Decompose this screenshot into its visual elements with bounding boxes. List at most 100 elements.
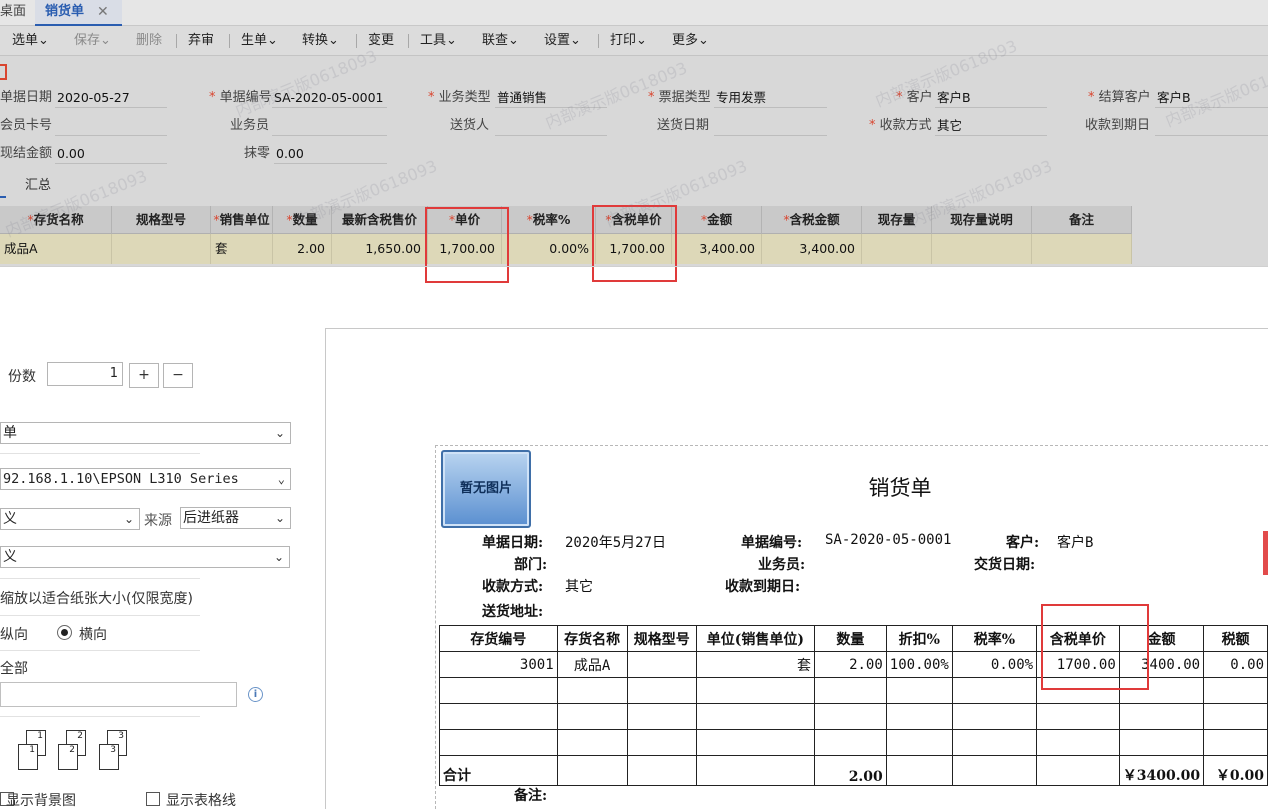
settings-button[interactable]: 设置⌄ bbox=[544, 26, 581, 56]
tab-sales-order[interactable]: 销货单 ✕ bbox=[35, 0, 122, 26]
cell-name[interactable]: 成品A bbox=[0, 234, 112, 264]
settle-customer-field[interactable]: 客户B bbox=[1155, 88, 1268, 108]
cell-spec[interactable] bbox=[112, 234, 211, 264]
paper-type-select[interactable]: 义 ⌄ bbox=[0, 546, 290, 568]
save-button[interactable]: 保存⌄ bbox=[74, 26, 111, 56]
salesman-label: 业务员 bbox=[230, 118, 270, 133]
cell-qty[interactable]: 2.00 bbox=[273, 234, 332, 264]
show-gridlines-checkbox[interactable] bbox=[146, 792, 160, 806]
cell-amount[interactable]: 3,400.00 bbox=[672, 234, 762, 264]
col-header[interactable]: *金额 bbox=[672, 206, 762, 234]
tab-home[interactable]: 桌面 bbox=[0, 0, 30, 26]
customer-label: * 客户 bbox=[896, 90, 933, 105]
printer-select[interactable]: 92.168.1.10\EPSON L310 Series ⌄ bbox=[0, 468, 291, 490]
invoice-type-label: * 票据类型 bbox=[648, 90, 711, 105]
delivery-date-label: 送货日期 bbox=[657, 118, 710, 133]
preview-col-header: 规格型号 bbox=[626, 625, 697, 652]
collate-page-icon: 1 bbox=[18, 744, 38, 770]
collate-page-icon: 3 bbox=[99, 744, 119, 770]
generate-button[interactable]: 生单⌄ bbox=[241, 26, 278, 56]
rounding-label: 抹零 bbox=[244, 146, 271, 161]
cell-tax-amount[interactable]: 3,400.00 bbox=[762, 234, 862, 264]
cell-stock[interactable] bbox=[862, 234, 932, 264]
divider bbox=[0, 650, 200, 651]
number-field[interactable]: SA-2020-05-0001 bbox=[272, 88, 387, 108]
col-header[interactable]: *销售单位 bbox=[211, 206, 273, 234]
paper-size-select[interactable]: 义 ⌄ bbox=[0, 508, 140, 530]
info-icon[interactable]: i bbox=[248, 687, 263, 702]
print-button[interactable]: 打印⌄ bbox=[610, 26, 647, 56]
range-all-label[interactable]: 全部 bbox=[0, 658, 28, 678]
abandon-audit-button[interactable]: 弃审 bbox=[188, 26, 214, 56]
show-gridlines-label[interactable]: 显示表格线 bbox=[166, 790, 236, 809]
cell-memo[interactable] bbox=[1032, 234, 1132, 264]
col-header[interactable]: 备注 bbox=[1032, 206, 1132, 234]
cell-tax-rate[interactable]: 0.00% bbox=[502, 234, 596, 264]
col-header[interactable]: *存货名称 bbox=[0, 206, 112, 234]
salesman-field[interactable] bbox=[272, 116, 387, 136]
preview-cell-discount: 100.00% bbox=[885, 651, 953, 678]
close-icon[interactable]: ✕ bbox=[97, 0, 109, 24]
date-field[interactable]: 2020-05-27 bbox=[55, 88, 167, 108]
chevron-down-icon: ⌄ bbox=[274, 511, 285, 525]
col-header[interactable]: 最新含税售价 bbox=[332, 206, 428, 234]
chevron-down-icon: ⌄ bbox=[267, 33, 278, 48]
delete-button[interactable]: 删除 bbox=[136, 26, 162, 56]
col-header[interactable]: *税率% bbox=[502, 206, 596, 234]
landscape-radio[interactable] bbox=[57, 625, 72, 640]
show-background-label[interactable]: 显示背景图 bbox=[6, 790, 76, 809]
tab-indicator bbox=[0, 196, 6, 198]
col-header[interactable]: 现存量 bbox=[862, 206, 932, 234]
portrait-label[interactable]: 纵向 bbox=[0, 624, 28, 644]
due-date-field[interactable] bbox=[1155, 116, 1268, 136]
preview-col-header: 数量 bbox=[813, 625, 887, 652]
select-button[interactable]: 选单⌄ bbox=[12, 26, 49, 56]
divider bbox=[0, 615, 200, 616]
preview-number-value: SA-2020-05-0001 bbox=[825, 532, 952, 548]
deliverer-field[interactable] bbox=[495, 116, 607, 136]
col-header[interactable]: 现存量说明 bbox=[932, 206, 1032, 234]
customer-field[interactable]: 客户B bbox=[935, 88, 1047, 108]
decrement-button[interactable]: − bbox=[163, 363, 193, 388]
cell-stock-note[interactable] bbox=[932, 234, 1032, 264]
pay-method-field[interactable]: 其它 bbox=[935, 116, 1047, 136]
cash-amount-field[interactable]: 0.00 bbox=[55, 144, 167, 164]
query-button[interactable]: 联查⌄ bbox=[482, 26, 519, 56]
rounding-field[interactable]: 0.00 bbox=[274, 144, 387, 164]
preview-cell-tax: 0.00 bbox=[1203, 651, 1268, 678]
copies-input[interactable]: 1 bbox=[47, 362, 123, 386]
preview-number-label: 单据编号: bbox=[741, 535, 803, 551]
col-header[interactable]: 规格型号 bbox=[112, 206, 211, 234]
landscape-label[interactable]: 横向 bbox=[79, 624, 107, 644]
page-range-input[interactable] bbox=[0, 682, 237, 707]
cell-latest-price[interactable]: 1,650.00 bbox=[332, 234, 428, 264]
preview-total-qty: 2.00 bbox=[813, 755, 887, 786]
preview-date-value: 2020年5月27日 bbox=[565, 535, 667, 551]
chevron-down-icon: ⌄ bbox=[636, 33, 647, 48]
divider bbox=[0, 716, 200, 717]
preview-col-header: 存货名称 bbox=[556, 625, 628, 652]
col-header[interactable]: *数量 bbox=[273, 206, 332, 234]
chevron-down-icon: ⌄ bbox=[100, 33, 111, 48]
toolbar-separator bbox=[598, 34, 599, 48]
increment-button[interactable]: + bbox=[129, 363, 159, 388]
tools-button[interactable]: 工具⌄ bbox=[420, 26, 457, 56]
convert-button[interactable]: 转换⌄ bbox=[302, 26, 339, 56]
invoice-type-field[interactable]: 专用发票 bbox=[714, 88, 827, 108]
chevron-down-icon: ⌄ bbox=[698, 33, 709, 48]
preview-date-label: 单据日期: bbox=[482, 535, 544, 551]
more-button[interactable]: 更多⌄ bbox=[672, 26, 709, 56]
member-card-field[interactable] bbox=[55, 116, 167, 136]
template-select[interactable]: 单 ⌄ bbox=[0, 422, 291, 444]
preview-col-header: 税率% bbox=[951, 625, 1038, 652]
chevron-down-icon: ⌄ bbox=[273, 550, 284, 564]
biztype-field[interactable]: 普通销售 bbox=[495, 88, 607, 108]
tab-summary[interactable]: 汇总 bbox=[25, 174, 51, 193]
scale-option[interactable]: 缩放以适合纸张大小(仅限宽度) bbox=[0, 588, 193, 608]
delivery-date-field[interactable] bbox=[714, 116, 827, 136]
table-row[interactable]: 成品A 套 2.00 1,650.00 1,700.00 0.00% 1,700… bbox=[0, 234, 1132, 264]
cell-unit[interactable]: 套 bbox=[211, 234, 273, 264]
paper-source-select[interactable]: 后进纸器 ⌄ bbox=[180, 507, 291, 529]
change-button[interactable]: 变更 bbox=[368, 26, 394, 56]
col-header[interactable]: *含税金额 bbox=[762, 206, 862, 234]
